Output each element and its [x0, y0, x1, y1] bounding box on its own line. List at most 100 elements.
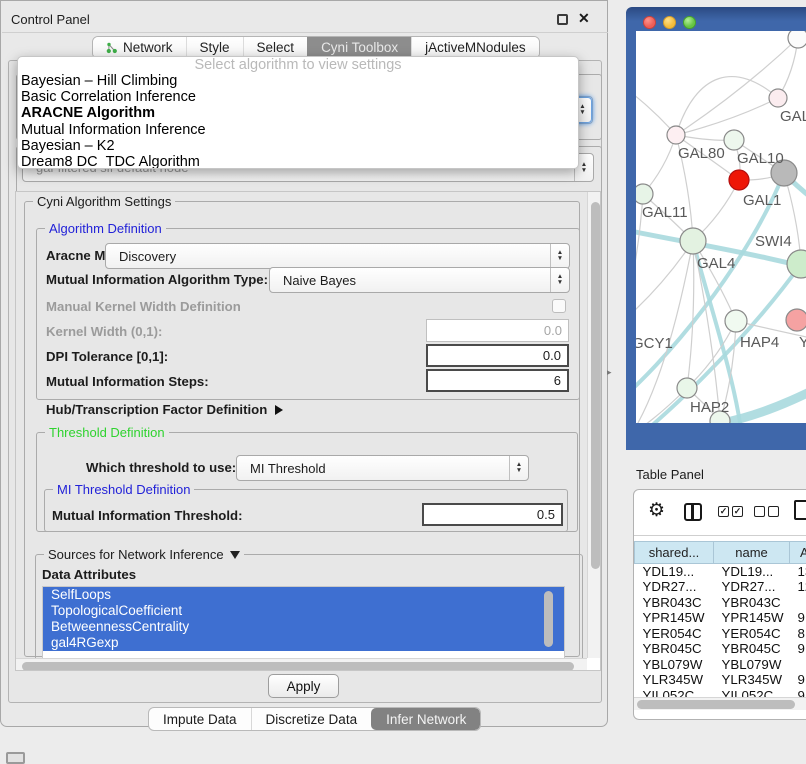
network-node-gal4[interactable]	[680, 228, 706, 254]
float-window-icon[interactable]	[557, 14, 568, 25]
table-row[interactable]: YPR145WYPR145W9.	[635, 610, 806, 626]
column-layout-icon[interactable]	[684, 503, 702, 521]
settings-vscrollbar[interactable]	[587, 192, 601, 671]
col-extra[interactable]: A	[790, 542, 806, 564]
node-label: GAL10	[737, 150, 784, 167]
kernel-width-label: Kernel Width (0,1):	[46, 324, 162, 339]
mi-algorithm-type-combo[interactable]: Naive Bayes ▲▼	[269, 267, 570, 293]
titlebar-divider	[2, 32, 608, 33]
attribute-list-item[interactable]: gal4RGexp	[43, 635, 564, 651]
settings-gear-icon[interactable]: ⚙	[648, 499, 665, 522]
settings-hscrollbar[interactable]	[16, 658, 587, 671]
minimized-panel-icon[interactable]	[6, 752, 25, 764]
kernel-width-field[interactable]: 0.0	[426, 319, 569, 342]
tab-discretize-data[interactable]: Discretize Data	[251, 708, 372, 730]
network-node-hap2[interactable]	[677, 378, 697, 398]
network-node-y[interactable]	[786, 309, 806, 331]
table-body: YDL19...YDL19...13YDR27...YDR27...12YBR0…	[635, 564, 806, 704]
list-scrollbar-thumb[interactable]	[544, 591, 553, 647]
cyni-settings-title: Cyni Algorithm Settings	[33, 194, 175, 209]
expanded-arrow-icon	[230, 551, 240, 559]
col-shared-name[interactable]: shared...	[635, 542, 714, 564]
network-view-window: GALGAL80GAL10GAL1GAL11GAL4SWI4GCY1HAP4YH…	[626, 7, 806, 450]
node-label: GAL1	[743, 192, 781, 209]
network-edge[interactable]	[693, 241, 736, 321]
table-row[interactable]: YLR345WYLR345W9.	[635, 672, 806, 688]
network-icon	[106, 42, 118, 54]
dropdown-item[interactable]: ARACNE Algorithm	[18, 105, 578, 121]
close-icon[interactable]: ✕	[578, 10, 590, 27]
dropdown-item[interactable]: Bayesian – Hill Climbing	[18, 73, 578, 89]
dropdown-item[interactable]: Mutual Information Inference	[18, 122, 578, 138]
table-panel: ⚙ ✓✓ shared... name A YDL19...YDL19...13…	[633, 489, 806, 720]
split-pane-handle[interactable]: ▸	[607, 367, 612, 378]
network-edge[interactable]	[687, 241, 694, 388]
node-label: GCY1	[636, 335, 673, 352]
network-node-swi4[interactable]	[787, 250, 806, 278]
tab-style[interactable]: Style	[186, 37, 243, 58]
node-label: SWI4	[755, 233, 792, 250]
control-panel-window: Control Panel ✕ NetworkStyleSelectCyni T…	[0, 0, 608, 727]
tab-infer-network[interactable]: Infer Network	[371, 708, 480, 730]
dropdown-item[interactable]: Bayesian – K2	[18, 138, 578, 154]
network-node-gal80[interactable]	[667, 126, 685, 144]
node-label: GAL80	[678, 145, 725, 162]
col-name[interactable]: name	[714, 542, 790, 564]
attribute-list-item[interactable]: BetweennessCentrality	[43, 619, 564, 635]
network-edge[interactable]	[676, 98, 778, 135]
new-table-icon[interactable]	[794, 500, 806, 520]
node-label: GAL	[780, 108, 806, 125]
select-all-icon[interactable]: ✓✓	[718, 506, 743, 517]
combo-stepper-icon[interactable]: ▲▼	[509, 456, 528, 480]
data-attributes-label: Data Attributes	[42, 567, 136, 582]
mi-steps-field[interactable]: 6	[426, 369, 569, 392]
tab-impute-data[interactable]: Impute Data	[149, 708, 251, 730]
aracne-mode-combo[interactable]: Discovery ▲▼	[105, 243, 570, 269]
manual-kernel-width-checkbox[interactable]	[552, 299, 566, 313]
minimize-traffic-light-icon[interactable]	[663, 16, 676, 29]
tab-jactivemnodules[interactable]: jActiveMNodules	[411, 37, 539, 58]
attribute-list-item[interactable]: TopologicalCoefficient	[43, 603, 564, 619]
tab-cyni-toolbox[interactable]: Cyni Toolbox	[307, 37, 411, 58]
network-graph: GALGAL80GAL10GAL1GAL11GAL4SWI4GCY1HAP4YH…	[636, 31, 806, 423]
close-traffic-light-icon[interactable]	[643, 16, 656, 29]
tab-network[interactable]: Network	[93, 37, 186, 58]
combo-stepper-icon[interactable]: ▲▼	[550, 244, 569, 268]
control-panel-title: Control Panel	[11, 12, 90, 27]
node-label: HAP2	[690, 399, 729, 416]
apply-button[interactable]: Apply	[268, 674, 339, 698]
tab-select[interactable]: Select	[243, 37, 308, 58]
hub-definition-toggle[interactable]: Hub/Transcription Factor Definition	[46, 402, 283, 417]
data-attributes-list[interactable]: SelfLoopsTopologicalCoefficientBetweenne…	[42, 586, 565, 662]
deselect-all-icon[interactable]	[754, 506, 779, 517]
mi-threshold-field[interactable]: 0.5	[422, 503, 563, 526]
table-hscrollbar[interactable]	[634, 697, 806, 710]
combo-stepper-icon[interactable]: ▲▼	[550, 268, 569, 292]
network-edge[interactable]	[687, 321, 736, 388]
dpi-tolerance-field[interactable]: 0.0	[426, 344, 569, 367]
zoom-traffic-light-icon[interactable]	[683, 16, 696, 29]
network-node-gal[interactable]	[769, 89, 787, 107]
attribute-list-item[interactable]: SelfLoops	[43, 587, 564, 603]
table-row[interactable]: YDR27...YDR27...12	[635, 579, 806, 595]
sources-title[interactable]: Sources for Network Inference	[44, 547, 244, 562]
table-header-row[interactable]: shared... name A	[635, 542, 806, 564]
which-threshold-combo[interactable]: MI Threshold ▲▼	[236, 455, 529, 481]
network-node-gal1[interactable]	[729, 170, 749, 190]
network-edge[interactable]	[636, 76, 676, 135]
table-row[interactable]: YDL19...YDL19...13	[635, 564, 806, 580]
network-node-hap4[interactable]	[725, 310, 747, 332]
dropdown-item[interactable]: Basic Correlation Inference	[18, 89, 578, 105]
table-toolbar: ⚙ ✓✓	[634, 490, 806, 536]
network-node-gal11[interactable]	[636, 184, 653, 204]
table-row[interactable]: YBL079WYBL079W	[635, 657, 806, 673]
algorithm-dropdown-popup: Select algorithm to view settings Bayesi…	[17, 56, 579, 169]
dropdown-item[interactable]: Dream8 DC_TDC Algorithm	[18, 154, 578, 169]
network-node[interactable]	[788, 31, 806, 48]
table-row[interactable]: YBR045CYBR045C9.	[635, 641, 806, 657]
network-canvas[interactable]: GALGAL80GAL10GAL1GAL11GAL4SWI4GCY1HAP4YH…	[636, 31, 806, 423]
table-row[interactable]: YBR043CYBR043C	[635, 595, 806, 611]
network-node-gal10[interactable]	[724, 130, 744, 150]
table-row[interactable]: YER054CYER054C8.	[635, 626, 806, 642]
mi-steps-label: Mutual Information Steps:	[46, 374, 209, 389]
